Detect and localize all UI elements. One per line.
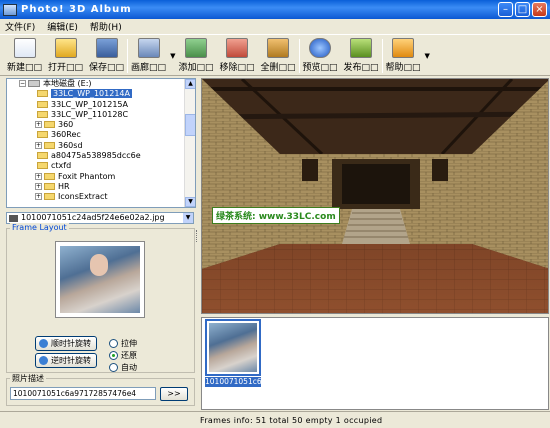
watermark-text: 绿茶系统: www.33LC.com xyxy=(212,207,340,224)
remove-all-icon xyxy=(266,38,289,58)
folder-icon xyxy=(44,172,55,180)
rotate-cw-icon xyxy=(39,339,48,348)
folder-icon xyxy=(44,121,55,129)
help-button[interactable]: 帮助□□ xyxy=(383,37,424,74)
thumbnail-label: 1010071051c6... xyxy=(205,377,261,387)
expand-icon[interactable]: + xyxy=(35,193,42,201)
save-button[interactable]: 保存□□ xyxy=(86,37,127,74)
menu-edit[interactable]: 编辑(E) xyxy=(47,20,78,33)
tree-item[interactable]: 360Rec xyxy=(7,130,195,140)
remove-photo-icon xyxy=(225,38,248,58)
tree-item[interactable]: ctxfd xyxy=(7,161,195,171)
expand-icon[interactable]: + xyxy=(35,121,42,129)
add-button[interactable]: 添加□□ xyxy=(175,37,216,74)
frame-layout-title: Frame Layout xyxy=(10,223,69,232)
maximize-button[interactable]: □ xyxy=(515,2,530,17)
publish-button[interactable]: 发布□□ xyxy=(341,37,382,74)
title-bar: Photo! 3D Album – □ × xyxy=(0,0,550,19)
help-dropdown-icon[interactable]: ▼ xyxy=(425,52,430,60)
preview-button[interactable]: 预览□□ xyxy=(300,37,341,74)
folder-tree[interactable]: − 本地磁盘 (E:) 33LC_WP_101214A 33LC_WP_10121… xyxy=(6,78,196,208)
publish-icon xyxy=(350,38,373,58)
status-bar: Frames info: 51 total 50 empty 1 occupie… xyxy=(0,411,550,428)
scroll-down-icon[interactable]: ▼ xyxy=(185,197,195,207)
photo-preview-image xyxy=(60,246,140,313)
menu-file[interactable]: 文件(F) xyxy=(5,20,35,33)
3d-viewport[interactable]: 绿茶系统: www.33LC.com xyxy=(201,78,549,314)
folder-icon xyxy=(37,162,48,170)
folder-icon xyxy=(37,152,48,160)
photo-description-panel: 照片描述 1010071051c6a97172857476e4 >> xyxy=(6,373,195,406)
tree-item[interactable]: + IconsExtract xyxy=(7,192,195,202)
splitter-grip[interactable] xyxy=(196,230,199,242)
image-file-icon xyxy=(9,215,18,222)
remove-all-button[interactable]: 全删□□ xyxy=(257,37,298,74)
tree-item[interactable]: 33LC_WP_101215A xyxy=(7,100,195,110)
tree-item[interactable]: a80475a538985dcc6e xyxy=(7,151,195,161)
expand-icon[interactable]: + xyxy=(35,182,42,190)
frames-info: Frames info: 51 total 50 empty 1 occupie… xyxy=(200,416,383,425)
tree-item[interactable]: + HR xyxy=(7,182,195,192)
new-button[interactable]: 新建□□ xyxy=(4,37,45,74)
thumbnail-item[interactable] xyxy=(205,319,261,376)
expand-icon[interactable]: + xyxy=(35,172,42,180)
save-disk-icon xyxy=(95,38,118,58)
drive-icon xyxy=(28,80,40,87)
radio-indicator[interactable] xyxy=(109,363,118,372)
tree-item[interactable]: 33LC_WP_110128C xyxy=(7,110,195,120)
folder-icon xyxy=(44,141,55,149)
3d-room-scene xyxy=(202,79,548,313)
remove-button[interactable]: 移除□□ xyxy=(216,37,257,74)
open-folder-icon xyxy=(54,38,77,58)
description-apply-button[interactable]: >> xyxy=(160,387,188,401)
folder-icon xyxy=(44,182,55,190)
description-label: 照片描述 xyxy=(10,373,46,384)
gallery-icon xyxy=(137,38,160,58)
minimize-button[interactable]: – xyxy=(498,2,513,17)
frame-preview xyxy=(55,241,145,318)
folder-icon xyxy=(37,110,48,118)
window-title: Photo! 3D Album xyxy=(21,4,132,15)
close-button[interactable]: × xyxy=(532,2,547,17)
new-document-icon xyxy=(13,38,36,58)
tree-item[interactable]: 33LC_WP_101214A xyxy=(7,89,195,99)
play-icon xyxy=(309,38,331,58)
tree-item[interactable]: +360sd xyxy=(7,141,195,151)
menu-help[interactable]: 帮助(H) xyxy=(90,20,122,33)
tree-root[interactable]: − 本地磁盘 (E:) xyxy=(7,79,195,89)
tree-item[interactable]: +360 xyxy=(7,120,195,130)
add-photo-icon xyxy=(184,38,207,58)
folder-icon xyxy=(37,90,48,98)
radio-indicator[interactable] xyxy=(109,339,118,348)
rotate-ccw-icon xyxy=(39,356,48,365)
folder-icon xyxy=(37,100,48,108)
tree-item[interactable]: + Foxit Phantom xyxy=(7,172,195,182)
menu-bar: 文件(F) 编辑(E) 帮助(H) xyxy=(0,19,550,34)
frame-thumbnails[interactable]: 1010071051c6... xyxy=(201,317,549,410)
tree-scrollbar[interactable]: ▲ ▼ xyxy=(184,79,195,207)
radio-restore[interactable]: 还原 xyxy=(109,350,137,361)
radio-stretch[interactable]: 拉伸 xyxy=(109,338,137,349)
folder-icon xyxy=(37,131,48,139)
collapse-icon[interactable]: − xyxy=(19,80,26,87)
open-button[interactable]: 打开□□ xyxy=(45,37,86,74)
expand-icon[interactable]: + xyxy=(35,141,42,149)
toolbar: 新建□□ 打开□□ 保存□□ 画廊□□ ▼ 添加□□ 移除□□ 全删□□ 预览□… xyxy=(0,34,550,76)
rotate-ccw-button[interactable]: 逆时针旋转 xyxy=(35,353,97,368)
description-input[interactable]: 1010071051c6a97172857476e4 xyxy=(10,387,156,400)
scroll-up-icon[interactable]: ▲ xyxy=(185,79,195,89)
radio-indicator-selected[interactable] xyxy=(109,351,118,360)
folder-icon xyxy=(44,193,55,201)
album-button[interactable]: 画廊□□ xyxy=(128,37,169,74)
radio-auto[interactable]: 自动 xyxy=(109,362,137,373)
help-icon xyxy=(392,38,415,58)
frame-layout-panel: Frame Layout 顺时针旋转 逆时针旋转 拉伸 还原 自动 xyxy=(6,223,195,373)
rotate-cw-button[interactable]: 顺时针旋转 xyxy=(35,336,97,351)
thumbnail-image xyxy=(209,323,257,372)
chevron-down-icon[interactable]: ▼ xyxy=(183,213,193,223)
scroll-thumb[interactable] xyxy=(185,114,195,136)
app-icon xyxy=(3,3,17,16)
